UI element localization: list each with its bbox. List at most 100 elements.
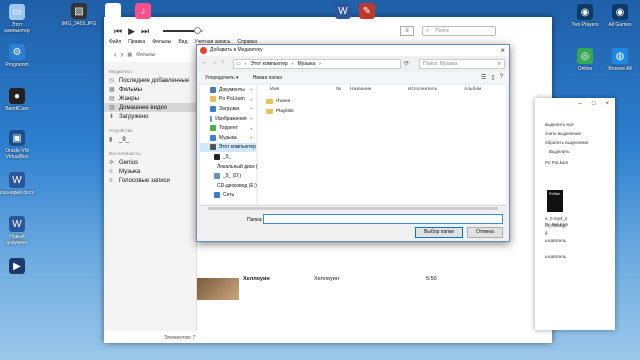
computer-icon: ▭: [9, 4, 25, 20]
maximize-icon[interactable]: □: [592, 101, 596, 107]
desktop-shortcut[interactable]: ✎: [350, 3, 384, 21]
file-list-row[interactable]: iTunes: [266, 99, 290, 104]
video-thumbnail[interactable]: [197, 278, 239, 300]
desktop-shortcut[interactable]: ◉ Two Players: [568, 4, 602, 28]
pin-icon: ✦: [249, 87, 253, 93]
column-header[interactable]: Имя: [270, 87, 279, 92]
file-list-row[interactable]: Playlists: [266, 109, 294, 114]
address-bar[interactable]: ▭ › Этот компьютер › Музыка ›: [233, 59, 401, 69]
playlist-item[interactable]: ✲ Genius: [104, 158, 196, 167]
nav-pane-item[interactable]: Музыка ✦: [200, 133, 256, 143]
sidebar-item[interactable]: ▥ Домашнее видео: [104, 103, 196, 112]
nav-pane-item[interactable]: _9_: [200, 152, 256, 162]
sidebar-item-label: Загружено: [119, 113, 149, 120]
desktop-shortcut[interactable]: ♪: [126, 3, 160, 21]
nav-pane-item[interactable]: Изображения ✦: [200, 114, 256, 124]
playlist-item[interactable]: ≡ Голосовые записи: [104, 176, 196, 185]
video-file-thumbnail[interactable]: PoSkm: [547, 190, 563, 212]
search-icon: ⌕: [426, 28, 430, 34]
desktop-shortcut[interactable]: Wсценарий.docx: [0, 172, 34, 196]
nav-breadcrumb[interactable]: Фильмы: [136, 52, 155, 58]
select-folder-button[interactable]: Выбор папки: [415, 227, 463, 238]
cancel-button[interactable]: Отмена: [467, 227, 503, 238]
itunes-search-field[interactable]: ⌕ Поиск: [422, 26, 496, 36]
nav-pane-item[interactable]: Документы ✦: [200, 85, 256, 95]
folder-input[interactable]: [263, 214, 503, 224]
desktop-shortcut-label: Programm: [5, 62, 29, 68]
dialog-search-field[interactable]: Поиск: Музыка ⌕: [419, 59, 505, 69]
list-view-button[interactable]: ≡: [400, 26, 414, 36]
sidebar-item[interactable]: ◷ Последние добавленные: [104, 76, 196, 85]
nav-pane-item[interactable]: Локальный диск (C:): [200, 162, 264, 172]
home-video-icon: ▥: [109, 104, 115, 111]
menu-text[interactable]: Выделить: [549, 149, 570, 154]
menu-item[interactable]: Правка: [128, 39, 145, 49]
row-title[interactable]: Хеллоуин: [243, 276, 270, 282]
panel-icon[interactable]: ▯: [491, 74, 494, 81]
sidebar-item[interactable]: ▦ Фильмы: [104, 85, 196, 94]
desktop-shortcut[interactable]: ◎ Online: [568, 48, 602, 72]
desktop-shortcut[interactable]: W Новый документ: [0, 216, 34, 246]
close-icon[interactable]: ×: [500, 45, 505, 56]
sidebar-item[interactable]: ▤ Жанры: [104, 94, 196, 103]
menu-item[interactable]: Вид: [178, 39, 187, 49]
forward-arrow-icon[interactable]: →: [211, 59, 218, 66]
nav-pane-item[interactable]: Торрент ✦: [200, 123, 256, 133]
minimize-icon[interactable]: –: [579, 101, 582, 107]
back-arrow-icon[interactable]: ←: [201, 59, 208, 66]
right-window: – □ × выделить все снять выделение обратит…: [535, 98, 615, 330]
nav-pane-item[interactable]: Po PoLkam ✦: [200, 95, 256, 105]
desktop-shortcut[interactable]: ● BandiCam: [0, 88, 34, 112]
view-icon[interactable]: ☰: [481, 74, 486, 81]
close-icon[interactable]: ×: [605, 101, 609, 107]
new-folder-button[interactable]: Новая папка: [253, 75, 282, 81]
device-item[interactable]: ▮ _9_: [104, 135, 196, 144]
desktop-shortcut[interactable]: ▭ Этот компьютер: [0, 4, 34, 34]
nav-pane-item[interactable]: Загрузки ✦: [200, 104, 256, 114]
next-icon[interactable]: ⏭: [141, 26, 149, 37]
previous-icon[interactable]: ⏮: [114, 26, 122, 37]
horizontal-scrollbar[interactable]: [200, 205, 506, 211]
desktop-shortcut[interactable]: ◍ Browse All: [603, 48, 637, 72]
column-header[interactable]: Исполнитель: [408, 87, 437, 92]
play-icon[interactable]: ▶: [128, 26, 135, 37]
playlist-item[interactable]: ≡ Музыка: [104, 167, 196, 176]
organize-button[interactable]: Упорядочить ▾: [205, 75, 239, 81]
desktop-shortcut[interactable]: ▯: [96, 3, 130, 21]
desktop-shortcut[interactable]: ⚙ Programm: [0, 44, 34, 68]
sidebar-item[interactable]: ⬇ Загружено: [104, 112, 196, 121]
desktop-shortcut[interactable]: ▣ Oracle VM VirtualBox: [0, 130, 34, 160]
nav-pane-item[interactable]: CD-дисковод (E:): [200, 181, 257, 191]
menu-text[interactable]: выделить все: [545, 122, 574, 127]
address-part[interactable]: Музыка: [297, 61, 315, 67]
help-icon[interactable]: ?: [500, 74, 503, 81]
organize-label: Упорядочить: [205, 74, 235, 81]
back-arrow-icon[interactable]: ‹: [114, 50, 117, 59]
desktop-shortcut[interactable]: ▨ IMG_3459.JPG: [62, 3, 96, 27]
computer-icon: [210, 144, 216, 151]
nav-pane-item[interactable]: _9_ (D:): [200, 171, 256, 181]
menu-text[interactable]: обратить выделение: [545, 140, 588, 145]
menu-item[interactable]: Фильмы: [152, 39, 171, 49]
section-header: Медиатека: [109, 69, 132, 74]
column-headers: Имя № Название Исполнитель Альбом: [258, 87, 506, 95]
desktop-shortcut[interactable]: ◉ All Games: [603, 4, 637, 28]
column-header[interactable]: №: [336, 87, 341, 92]
nav-pane-item[interactable]: Сеть: [200, 191, 256, 201]
desktop-shortcut[interactable]: ▶: [0, 258, 34, 276]
itunes-icon: ♪: [135, 3, 151, 19]
volume-slider[interactable]: [163, 27, 204, 34]
menu-item[interactable]: Файл: [109, 39, 121, 49]
up-arrow-icon[interactable]: ↑: [221, 59, 225, 66]
playlist-label: Музыка: [119, 168, 141, 175]
volume-knob[interactable]: [194, 27, 202, 34]
menu-text[interactable]: снять выделение: [545, 131, 581, 136]
refresh-icon[interactable]: ⟳: [404, 60, 409, 67]
column-header[interactable]: Название: [350, 87, 371, 92]
column-header[interactable]: Альбом: [464, 87, 481, 92]
nav-pane-label: Музыка: [219, 134, 237, 141]
nav-pane-item[interactable]: Этот компьютер: [200, 142, 256, 153]
forward-arrow-icon[interactable]: ›: [121, 50, 124, 59]
address-part[interactable]: Этот компьютер: [250, 61, 287, 67]
scroll-thumb[interactable]: [208, 207, 498, 210]
